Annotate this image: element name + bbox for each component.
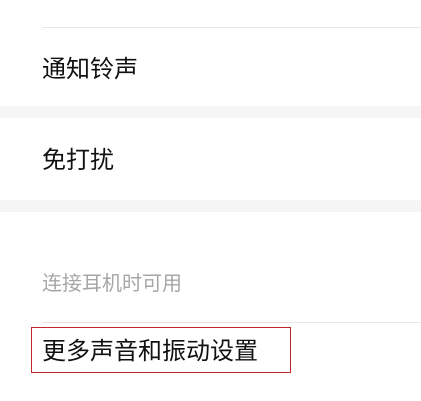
section-gap [0, 200, 421, 212]
settings-row-notification-ringtone[interactable]: 通知铃声 [0, 28, 421, 106]
do-not-disturb-label: 免打扰 [42, 146, 114, 174]
settings-row-do-not-disturb[interactable]: 免打扰 [0, 118, 421, 200]
section-gap [0, 106, 421, 118]
settings-row-partial-top [0, 0, 421, 28]
headphones-available-label: 连接耳机时可用 [42, 271, 182, 295]
highlight-box [31, 327, 291, 373]
settings-row-headphones-available: 连接耳机时可用 [0, 212, 421, 320]
notification-ringtone-label: 通知铃声 [42, 55, 138, 83]
sound-settings-screen: 通知铃声 免打扰 连接耳机时可用 更多声音和振动设置 [0, 0, 421, 401]
